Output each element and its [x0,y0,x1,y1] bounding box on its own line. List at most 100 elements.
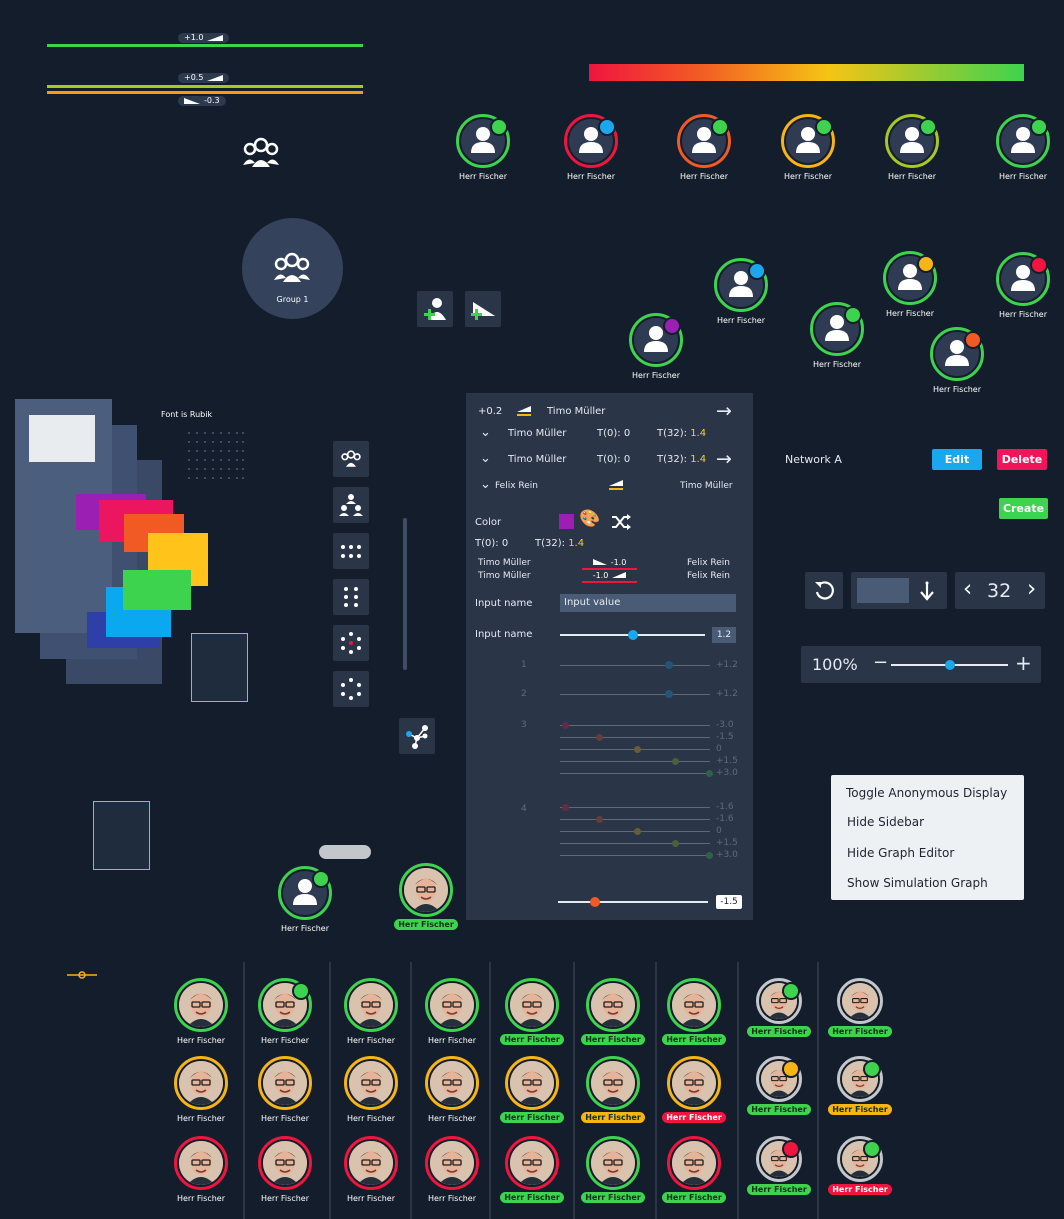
menu-item-hide-graph-editor[interactable]: Hide Graph Editor [847,846,954,860]
zoom-slider-thumb[interactable] [945,660,955,670]
text-input[interactable]: Input value [560,594,736,612]
slider-thumb [706,770,713,777]
person-avatar[interactable] [505,978,559,1032]
link-weight[interactable]: -1.0 [582,569,637,583]
person-avatar[interactable] [996,114,1050,168]
chevron-left-icon[interactable]: ‹ [963,576,972,602]
edit-button[interactable]: Edit [932,449,982,470]
add-person-icon [424,298,446,320]
create-button[interactable]: Create [999,498,1048,519]
avatar-photo [591,1141,635,1185]
scrollbar[interactable] [403,518,407,670]
layout-circle-center-button[interactable] [333,625,369,661]
person-avatar[interactable] [810,302,864,356]
avatar-photo [842,983,878,1019]
person-avatar[interactable] [756,1136,802,1182]
avatar-photo [179,1061,223,1105]
person-avatar[interactable] [756,1056,802,1102]
chevron-down-icon[interactable]: ⌄ [480,451,491,466]
person-avatar[interactable] [425,978,479,1032]
person-avatar[interactable] [344,978,398,1032]
zoom-in-button[interactable]: + [1015,651,1032,675]
slider-thumb[interactable] [628,630,638,640]
person-avatar[interactable] [174,1136,228,1190]
menu-item-show-simulation-graph[interactable]: Show Simulation Graph [847,876,988,890]
person-avatar[interactable] [425,1136,479,1190]
slider-track[interactable] [558,901,708,903]
person-avatar[interactable] [667,978,721,1032]
person-avatar[interactable] [667,1136,721,1190]
person-avatar[interactable] [837,978,883,1024]
add-weight-button[interactable] [465,291,501,327]
layout-hierarchy-button[interactable] [333,487,369,523]
person-avatar[interactable] [344,1056,398,1110]
selection-box-2[interactable] [93,801,150,870]
person-avatar[interactable] [837,1056,883,1102]
add-person-button[interactable] [417,291,453,327]
name-tag: Herr Fischer [581,1192,645,1203]
person-avatar[interactable] [505,1056,559,1110]
menu-item-hide-sidebar[interactable]: Hide Sidebar [847,815,924,829]
chevron-down-icon[interactable]: ⌄ [480,425,491,440]
person-avatar[interactable] [399,863,453,917]
context-menu: Toggle Anonymous Display Hide Sidebar Hi… [831,775,1024,900]
person-avatar[interactable] [344,1136,398,1190]
person-avatar[interactable] [885,114,939,168]
zoom-out-button[interactable]: − [873,652,888,673]
chevron-down-icon[interactable]: ⌄ [480,477,491,492]
person-avatar[interactable] [258,1136,312,1190]
selection-box-1[interactable] [191,633,248,702]
slider-thumb[interactable] [590,897,600,907]
palette-icon[interactable]: 🎨 [579,509,600,529]
person-avatar[interactable] [258,1056,312,1110]
person-avatar[interactable] [629,313,683,367]
person-avatar[interactable] [677,114,731,168]
slider-thumb [665,661,673,669]
step-input[interactable] [857,578,909,603]
weight-pill-mid: +0.5 [178,73,230,83]
person-avatar[interactable] [586,978,640,1032]
status-dot [782,1060,800,1078]
status-dot [1030,118,1048,136]
weight-line-strong[interactable] [47,44,363,47]
person-avatar[interactable] [756,978,802,1024]
layout-circle-button[interactable] [333,671,369,707]
person-avatar[interactable] [781,114,835,168]
delete-button[interactable]: Delete [997,449,1047,470]
person-avatar[interactable] [174,1056,228,1110]
weight-line-neg[interactable] [47,91,363,94]
chevron-right-icon[interactable]: › [1027,576,1036,602]
status-dot [711,118,729,136]
person-avatar[interactable] [174,978,228,1032]
arrow-down-icon[interactable] [919,580,935,602]
layout-row-button[interactable] [333,533,369,569]
person-avatar[interactable] [278,866,332,920]
slider-value: -1.6 [716,814,734,824]
group-node[interactable]: Group 1 [242,218,343,319]
shuffle-icon[interactable] [611,514,631,530]
graph-network-button[interactable] [399,718,435,754]
person-avatar[interactable] [258,978,312,1032]
weight-line-mid[interactable] [47,85,363,88]
group-icon[interactable] [241,135,281,171]
person-avatar[interactable] [667,1056,721,1110]
arrow-right-icon[interactable]: → [716,448,732,470]
color-swatch[interactable] [559,514,574,529]
layout-grid-button[interactable] [333,579,369,615]
person-avatar[interactable] [883,251,937,305]
person-avatar[interactable] [456,114,510,168]
person-avatar[interactable] [837,1136,883,1182]
link-weight[interactable]: -1.0 [582,556,637,570]
person-avatar[interactable] [564,114,618,168]
person-avatar[interactable] [425,1056,479,1110]
person-avatar[interactable] [930,327,984,381]
person-avatar[interactable] [586,1136,640,1190]
menu-item-toggle-anonymous[interactable]: Toggle Anonymous Display [846,786,1007,800]
layout-group-button[interactable] [333,441,369,477]
arrow-right-icon[interactable]: → [716,400,732,422]
person-avatar[interactable] [996,252,1050,306]
reset-button[interactable] [805,572,843,609]
person-avatar[interactable] [714,258,768,312]
person-avatar[interactable] [505,1136,559,1190]
person-avatar[interactable] [586,1056,640,1110]
